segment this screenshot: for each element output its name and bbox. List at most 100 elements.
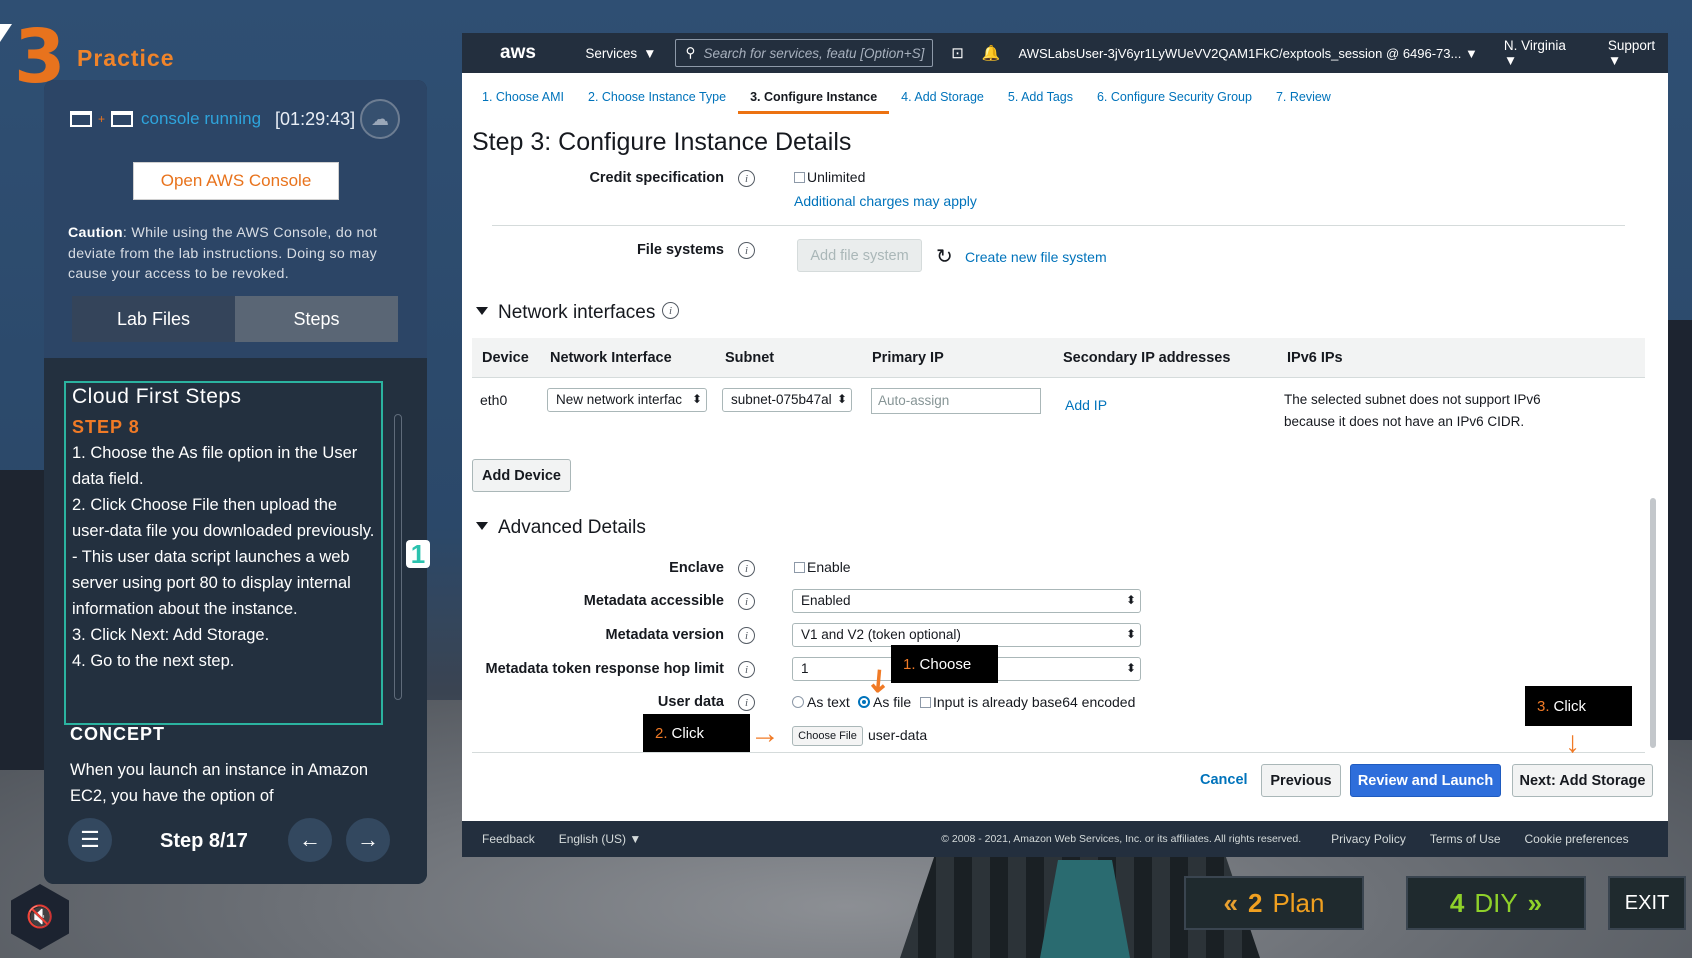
metadata-version-select[interactable]: V1 and V2 (token optional) bbox=[792, 623, 1141, 647]
feedback-link[interactable]: Feedback bbox=[482, 832, 535, 846]
col-network-interface: Network Interface bbox=[550, 350, 672, 366]
info-icon[interactable]: i bbox=[738, 242, 755, 259]
chevron-down-icon: ▼ bbox=[643, 45, 657, 61]
double-chevron-left-icon: « bbox=[1223, 887, 1238, 918]
content-scrollbar[interactable] bbox=[1650, 498, 1656, 748]
info-icon[interactable]: i bbox=[738, 661, 755, 678]
add-ip-link[interactable]: Add IP bbox=[1065, 397, 1107, 413]
copyright-text: © 2008 - 2021, Amazon Web Services, Inc.… bbox=[941, 833, 1302, 845]
next-step-arrow-icon[interactable]: → bbox=[346, 818, 390, 862]
advanced-details-section[interactable]: Advanced Details bbox=[476, 517, 646, 539]
wizard-tab-add-tags[interactable]: 5. Add Tags bbox=[996, 84, 1085, 114]
services-label: Services bbox=[585, 45, 638, 61]
step-line: 2. Click Choose File then upload the use… bbox=[72, 496, 375, 540]
add-device-button[interactable]: Add Device bbox=[472, 459, 571, 492]
next-add-storage-button[interactable]: Next: Add Storage bbox=[1512, 764, 1653, 797]
cloudshell-icon[interactable]: ⊡ bbox=[951, 44, 964, 62]
annotation-num: 1. bbox=[903, 655, 916, 673]
info-icon[interactable]: i bbox=[738, 593, 755, 610]
refresh-icon[interactable]: ↻ bbox=[936, 244, 953, 269]
choose-file-button[interactable]: Choose File bbox=[792, 726, 863, 746]
step-line: 1. Choose the As file option in the User… bbox=[72, 444, 358, 488]
account-menu[interactable]: AWSLabsUser-3jV6yr1LyWUeVV2QAM1FkC/expto… bbox=[1019, 46, 1478, 61]
page-title: Step 3: Configure Instance Details bbox=[472, 128, 852, 156]
account-label: AWSLabsUser-3jV6yr1LyWUeVV2QAM1FkC/expto… bbox=[1018, 45, 1462, 61]
aws-search-input[interactable]: ⚲ Search for services, featu [Option+S] bbox=[674, 39, 934, 67]
arrow-down-icon: ↓ bbox=[1565, 726, 1580, 759]
enclave-checkbox[interactable]: Enable bbox=[794, 559, 851, 575]
base64-label: Input is already base64 encoded bbox=[933, 694, 1136, 710]
wizard-tab-configure-instance[interactable]: 3. Configure Instance bbox=[738, 84, 890, 114]
info-icon[interactable]: i bbox=[738, 627, 755, 644]
diy-label: DIY bbox=[1474, 887, 1518, 918]
info-icon[interactable]: i bbox=[738, 694, 755, 711]
col-ipv6: IPv6 IPs bbox=[1287, 350, 1343, 366]
wizard-tab-add-storage[interactable]: 4. Add Storage bbox=[889, 84, 996, 114]
annotation-text: Click bbox=[1553, 697, 1587, 715]
annotation-text: Click bbox=[671, 724, 705, 742]
list-icon[interactable]: ☰ bbox=[68, 818, 112, 862]
mouse-cursor-icon bbox=[0, 24, 12, 42]
terms-link[interactable]: Terms of Use bbox=[1430, 832, 1501, 846]
step-counter: Step 8/17 bbox=[160, 830, 248, 852]
user-data-label: User data bbox=[657, 694, 724, 710]
primary-ip-input[interactable]: Auto-assign bbox=[871, 388, 1041, 414]
exit-button[interactable]: EXIT bbox=[1608, 876, 1686, 930]
caution-text: Caution: While using the AWS Console, do… bbox=[68, 223, 406, 285]
cancel-link[interactable]: Cancel bbox=[1200, 772, 1248, 788]
wizard-tab-choose-ami[interactable]: 1. Choose AMI bbox=[470, 84, 576, 114]
practice-label: Practice bbox=[77, 45, 175, 71]
wizard-tabs: 1. Choose AMI 2. Choose Instance Type 3.… bbox=[470, 84, 1343, 114]
base64-checkbox[interactable]: Input is already base64 encoded bbox=[920, 694, 1135, 710]
network-interfaces-section[interactable]: Network interfaces bbox=[476, 302, 655, 324]
language-menu[interactable]: English (US) ▼ bbox=[559, 832, 642, 846]
metadata-accessible-label: Metadata accessible bbox=[583, 593, 724, 609]
region-menu[interactable]: N. Virginia ▼ bbox=[1504, 38, 1578, 68]
steps-scrollbar[interactable] bbox=[394, 414, 402, 700]
wizard-tab-choose-instance-type[interactable]: 2. Choose Instance Type bbox=[576, 84, 738, 114]
metadata-accessible-select[interactable]: Enabled bbox=[792, 589, 1141, 613]
network-interface-select[interactable]: New network interfac bbox=[547, 388, 707, 412]
divider bbox=[472, 752, 1645, 753]
aws-logo[interactable]: aws bbox=[500, 42, 565, 64]
cloud-icon[interactable]: ☁ bbox=[360, 99, 400, 139]
unlimited-checkbox[interactable]: Unlimited bbox=[794, 169, 865, 185]
file-systems-label: File systems bbox=[636, 242, 724, 258]
device-cell: eth0 bbox=[480, 392, 508, 408]
metadata-version-label: Metadata version bbox=[605, 627, 724, 643]
services-menu[interactable]: Services ▼ bbox=[585, 46, 656, 61]
annotation-num: 3. bbox=[1537, 697, 1550, 715]
info-icon[interactable]: i bbox=[738, 170, 755, 187]
search-placeholder: Search for services, featu [Option+S] bbox=[703, 45, 925, 61]
additional-charges-link[interactable]: Additional charges may apply bbox=[794, 193, 977, 209]
support-menu[interactable]: Support ▼ bbox=[1608, 38, 1668, 68]
concept-title: CONCEPT bbox=[70, 724, 166, 744]
as-text-radio[interactable]: As text bbox=[792, 694, 850, 710]
subnet-select[interactable]: subnet-075b47al bbox=[722, 388, 852, 412]
network-interfaces-title: Network interfaces bbox=[498, 302, 656, 323]
cookie-link[interactable]: Cookie preferences bbox=[1525, 832, 1629, 846]
concept-text: When you launch an instance in Amazon EC… bbox=[70, 761, 369, 805]
plan-button[interactable]: « 2 Plan bbox=[1184, 876, 1364, 930]
previous-button[interactable]: Previous bbox=[1261, 764, 1341, 797]
privacy-link[interactable]: Privacy Policy bbox=[1331, 832, 1406, 846]
step-label: STEP 8 bbox=[72, 417, 140, 437]
add-file-system-button[interactable]: Add file system bbox=[797, 239, 922, 272]
step-badge: 1 bbox=[406, 539, 430, 569]
open-aws-console-button[interactable]: Open AWS Console bbox=[133, 162, 339, 200]
wizard-tab-review[interactable]: 7. Review bbox=[1264, 84, 1343, 114]
previous-step-arrow-icon[interactable]: ← bbox=[288, 818, 332, 862]
bell-icon[interactable]: 🔔 bbox=[982, 44, 1001, 62]
annotation-choose: 1. Choose bbox=[891, 645, 998, 683]
info-icon[interactable]: i bbox=[738, 560, 755, 577]
review-and-launch-button[interactable]: Review and Launch bbox=[1350, 764, 1501, 797]
info-icon[interactable]: i bbox=[662, 302, 679, 319]
annotation-click-choose-file: 2. Click bbox=[643, 714, 750, 752]
step-line: - This user data script launches a web s… bbox=[72, 548, 351, 618]
create-file-system-link[interactable]: Create new file system bbox=[965, 249, 1107, 265]
collapse-triangle-icon bbox=[476, 522, 488, 530]
diy-button[interactable]: 4 DIY » bbox=[1406, 876, 1586, 930]
tab-steps[interactable]: Steps bbox=[235, 296, 398, 342]
wizard-tab-security-group[interactable]: 6. Configure Security Group bbox=[1085, 84, 1264, 114]
tab-lab-files[interactable]: Lab Files bbox=[72, 296, 235, 342]
